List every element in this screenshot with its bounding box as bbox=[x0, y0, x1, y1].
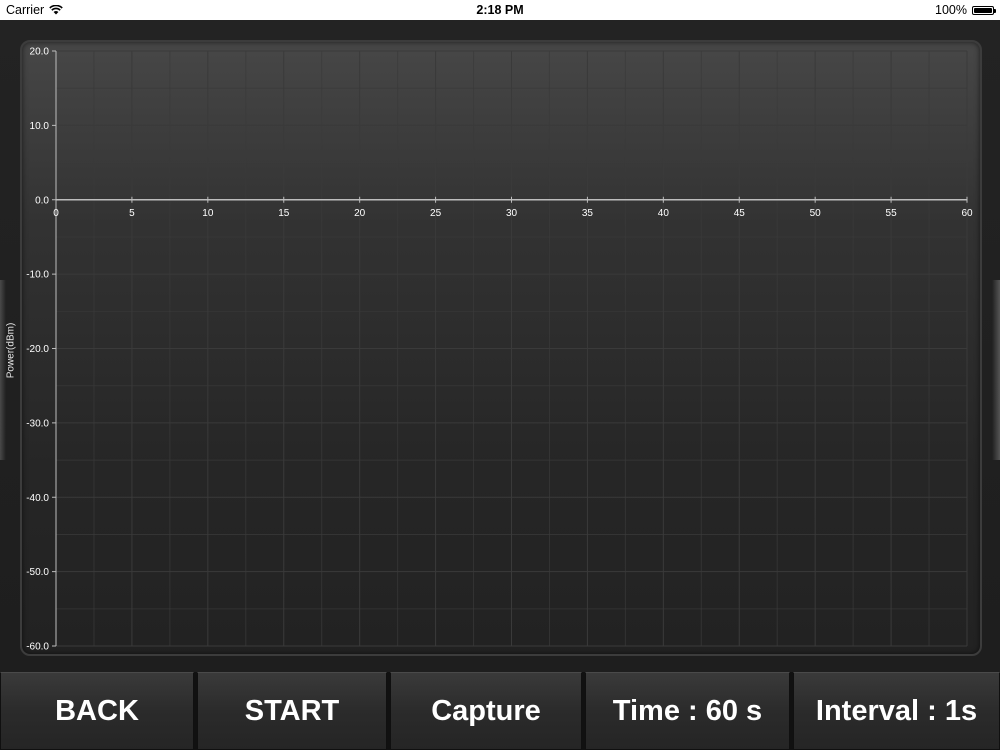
y-tick-label: -50.0 bbox=[26, 567, 49, 578]
status-time: 2:18 PM bbox=[476, 3, 524, 17]
x-tick-label: 60 bbox=[961, 208, 973, 219]
x-tick-labels: 0 5 10 15 20 25 30 35 40 45 50 55 60 bbox=[53, 208, 973, 219]
x-tick-label: 5 bbox=[129, 208, 135, 219]
x-tick-label: 20 bbox=[354, 208, 366, 219]
back-button[interactable]: BACK bbox=[0, 672, 194, 750]
y-tick-label: -10.0 bbox=[26, 270, 49, 281]
x-tick-label: 35 bbox=[582, 208, 594, 219]
battery-percent: 100% bbox=[935, 3, 967, 17]
y-tick-label: 0.0 bbox=[35, 195, 49, 206]
y-tick-label: -20.0 bbox=[26, 344, 49, 355]
x-tick-label: 30 bbox=[506, 208, 518, 219]
status-right: 100% bbox=[935, 0, 996, 20]
x-tick-label: 40 bbox=[658, 208, 670, 219]
x-tick-label: 55 bbox=[886, 208, 898, 219]
bottom-toolbar: BACK START Capture Time : 60 s Interval … bbox=[0, 672, 1000, 750]
status-bar: Carrier 2:18 PM 100% bbox=[0, 0, 1000, 20]
y-tick-label: -40.0 bbox=[26, 493, 49, 504]
interval-button[interactable]: Interval : 1s bbox=[793, 672, 1000, 750]
capture-button[interactable]: Capture bbox=[390, 672, 582, 750]
x-tick-label: 50 bbox=[810, 208, 822, 219]
power-chart: 0 5 10 15 20 25 30 35 40 45 50 55 60 20.0 10.0 0.0 -10.… bbox=[26, 47, 973, 653]
grid-layer bbox=[55, 50, 968, 647]
x-tick-label: 45 bbox=[734, 208, 746, 219]
y-tick-labels: 20.0 10.0 0.0 -10.0 -20.0 -30.0 -40.0 -50.0 -60.… bbox=[26, 47, 49, 653]
y-tick-label: 10.0 bbox=[30, 121, 50, 132]
y-tick-label: -60.0 bbox=[26, 642, 49, 653]
battery-icon bbox=[972, 5, 996, 15]
x-tick-label: 10 bbox=[202, 208, 214, 219]
battery-level-fill bbox=[974, 7, 992, 13]
y-tick-label: -30.0 bbox=[26, 418, 49, 429]
y-axis-title: Power(dBm) bbox=[5, 322, 17, 379]
x-tick-label: 15 bbox=[278, 208, 290, 219]
x-tick-label: 0 bbox=[53, 208, 59, 219]
x-tick-label: 25 bbox=[430, 208, 442, 219]
y-tick-label: 20.0 bbox=[30, 47, 50, 58]
time-button[interactable]: Time : 60 s bbox=[585, 672, 790, 750]
start-button[interactable]: START bbox=[197, 672, 387, 750]
